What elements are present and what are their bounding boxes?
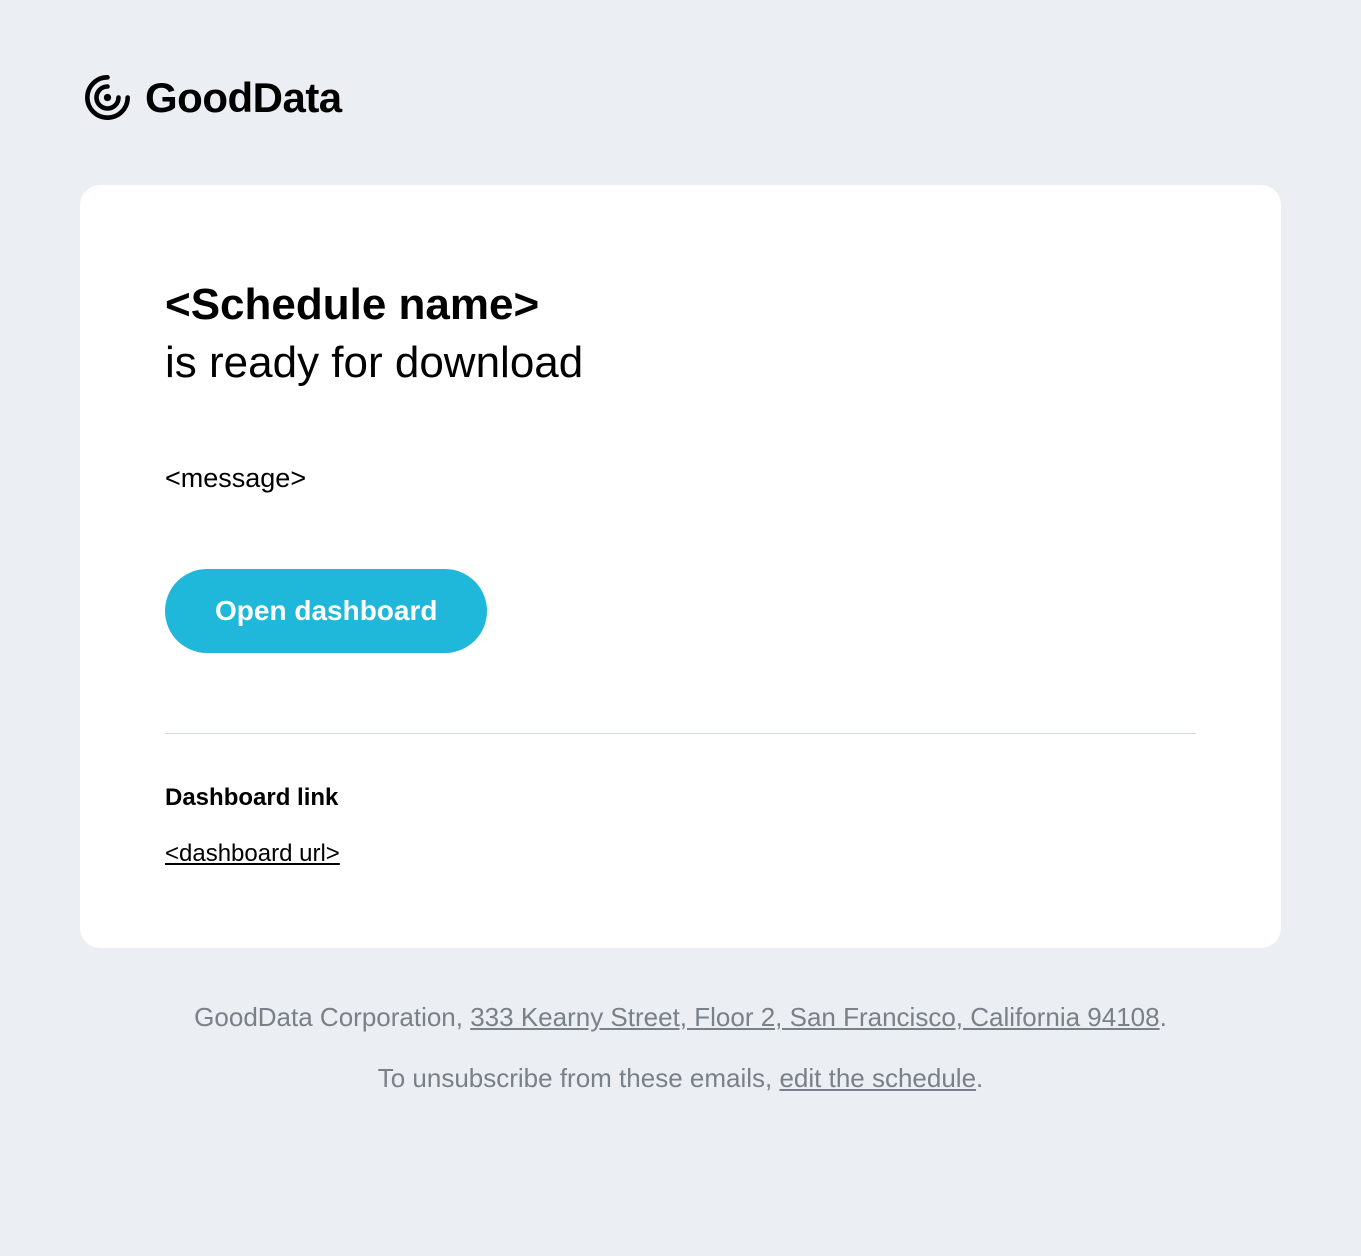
footer-address-line: GoodData Corporation, 333 Kearny Street,…	[120, 998, 1241, 1037]
logo: GoodData	[80, 70, 1281, 125]
logo-text: GoodData	[145, 74, 342, 122]
divider	[165, 733, 1196, 734]
footer: GoodData Corporation, 333 Kearny Street,…	[80, 998, 1281, 1098]
company-name: GoodData Corporation,	[194, 1002, 470, 1032]
gooddata-logo-icon	[80, 70, 135, 125]
address-suffix: .	[1160, 1002, 1167, 1032]
unsubscribe-suffix: .	[976, 1063, 983, 1093]
unsubscribe-prefix: To unsubscribe from these emails,	[378, 1063, 780, 1093]
dashboard-url-link[interactable]: <dashboard url>	[165, 840, 340, 867]
footer-unsubscribe-line: To unsubscribe from these emails, edit t…	[120, 1059, 1241, 1098]
edit-schedule-link[interactable]: edit the schedule	[779, 1063, 976, 1093]
email-container: GoodData <Schedule name> is ready for do…	[0, 0, 1361, 1180]
message-text: <message>	[165, 463, 1196, 494]
ready-text: is ready for download	[165, 338, 1196, 388]
open-dashboard-button[interactable]: Open dashboard	[165, 569, 487, 653]
email-card: <Schedule name> is ready for download <m…	[80, 185, 1281, 948]
dashboard-link-label: Dashboard link	[165, 784, 1196, 812]
address-link[interactable]: 333 Kearny Street, Floor 2, San Francisc…	[470, 1002, 1159, 1032]
schedule-name: <Schedule name>	[165, 280, 1196, 330]
